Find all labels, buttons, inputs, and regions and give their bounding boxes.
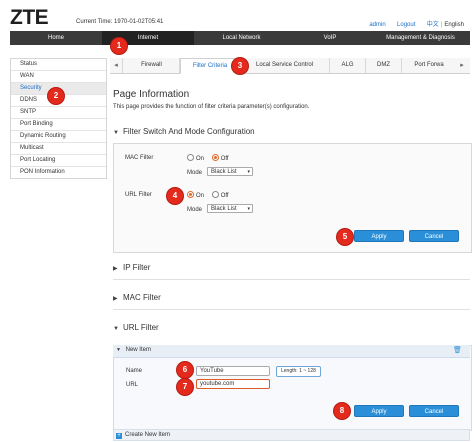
- page-title: Page Information: [113, 89, 190, 100]
- tab-scroll-right-icon[interactable]: ▸: [456, 58, 468, 73]
- mac-filter-radio-group: On Off: [187, 154, 235, 162]
- url-filter-label: URL Filter: [125, 192, 152, 198]
- new-item-title[interactable]: ▼ New Item: [116, 347, 151, 353]
- radio-on-icon: [211, 154, 219, 161]
- plus-icon: +: [116, 433, 122, 439]
- step-marker-1: 1: [111, 38, 127, 54]
- section-title: Filter Switch And Mode Configuration: [123, 127, 255, 136]
- nav-management[interactable]: Management & Diagnosis: [371, 31, 470, 45]
- triangle-down-icon: ▼: [116, 347, 121, 353]
- mac-mode-label: Mode: [187, 170, 203, 176]
- length-tooltip: Length: 1 ~ 128: [276, 366, 321, 377]
- logout-link[interactable]: Logout: [397, 22, 415, 28]
- new-item-header: [113, 345, 470, 358]
- nav-local-network[interactable]: Local Network: [194, 31, 289, 45]
- triangle-right-icon: ▶: [113, 266, 118, 272]
- divider: [113, 309, 470, 310]
- radio-off-icon: [211, 191, 219, 198]
- top-nav: Home Internet Local Network VoIP Managem…: [10, 31, 470, 45]
- section-filter-switch-header[interactable]: ▼ Filter Switch And Mode Configuration: [113, 127, 255, 136]
- off-label: Off: [220, 156, 229, 162]
- tab-dmz[interactable]: DMZ: [366, 58, 402, 73]
- url-mode-select[interactable]: Black List ▾: [207, 204, 253, 213]
- sidebar: Status WAN Security DDNS SNTP Port Bindi…: [10, 58, 107, 179]
- step-marker-7: 7: [177, 379, 193, 395]
- current-time-value: 1970-01-02T05:41: [114, 19, 164, 25]
- step-marker-5: 5: [337, 229, 353, 245]
- sidebar-item-port-locating[interactable]: Port Locating: [11, 155, 106, 167]
- url-label: URL: [126, 382, 139, 388]
- nav-home[interactable]: Home: [10, 31, 102, 45]
- tab-bar: ◂ Firewall Filter Criteria Local Service…: [110, 58, 470, 74]
- sidebar-item-dynamic-routing[interactable]: Dynamic Routing: [11, 131, 106, 143]
- page-description: This page provides the function of filte…: [113, 104, 310, 110]
- tab-alg[interactable]: ALG: [330, 58, 366, 73]
- current-time-label: Current Time:: [76, 19, 113, 25]
- section-url-filter-header[interactable]: ▼ URL Filter: [113, 323, 159, 332]
- section-ip-filter-header[interactable]: ▶ IP Filter: [113, 263, 150, 272]
- section-title: IP Filter: [123, 263, 151, 272]
- chevron-down-icon: ▾: [247, 169, 250, 175]
- divider: [113, 279, 470, 280]
- top-links: admin Logout 中文 | English: [369, 19, 464, 28]
- off-label: Off: [220, 193, 229, 199]
- section-title: MAC Filter: [123, 293, 161, 302]
- tab-filter-criteria[interactable]: Filter Criteria: [180, 58, 240, 74]
- url-mode-label: Mode: [187, 207, 203, 213]
- step-marker-4: 4: [167, 188, 183, 204]
- url-filter-off-option[interactable]: Off: [211, 191, 229, 199]
- sidebar-item-multicast[interactable]: Multicast: [11, 143, 106, 155]
- triangle-down-icon: ▼: [113, 326, 119, 332]
- mac-filter-label: MAC Filter: [125, 155, 154, 161]
- zte-logo: ZTE: [10, 6, 49, 29]
- on-label: On: [196, 193, 205, 199]
- url-input[interactable]: youtube.com: [196, 379, 270, 389]
- tab-local-service-control[interactable]: Local Service Control: [240, 58, 330, 73]
- section-title: URL Filter: [123, 323, 159, 332]
- create-new-label: Create New Item: [125, 432, 171, 438]
- mac-mode-select[interactable]: Black List ▾: [207, 167, 253, 176]
- lang-chinese-link[interactable]: 中文: [427, 22, 439, 28]
- name-label: Name: [126, 368, 143, 374]
- mac-filter-off-option[interactable]: Off: [211, 154, 229, 162]
- triangle-down-icon: ▼: [113, 130, 119, 136]
- url-mode-value: Black List: [211, 206, 237, 212]
- tab-firewall[interactable]: Firewall: [124, 58, 180, 73]
- tab-scroll-left-icon[interactable]: ◂: [110, 58, 123, 73]
- mac-filter-on-option[interactable]: On: [187, 154, 204, 162]
- lang-separator: |: [440, 22, 443, 28]
- switch-apply-button[interactable]: Apply: [354, 230, 404, 242]
- current-time: Current Time: 1970-01-02T05:41: [76, 19, 163, 25]
- step-marker-6: 6: [177, 362, 193, 378]
- mac-mode-value: Black List: [211, 169, 237, 175]
- step-marker-2: 2: [48, 88, 64, 104]
- switch-cancel-button[interactable]: Cancel: [409, 230, 459, 242]
- url-cancel-button[interactable]: Cancel: [409, 405, 459, 417]
- sidebar-item-pon-information[interactable]: PON Information: [11, 167, 106, 178]
- user-link[interactable]: admin: [369, 22, 385, 28]
- nav-voip[interactable]: VoIP: [289, 31, 371, 45]
- radio-on-icon: [187, 191, 194, 198]
- radio-off-icon: [187, 154, 194, 161]
- chevron-down-icon: ▾: [247, 206, 250, 212]
- sidebar-item-wan[interactable]: WAN: [11, 71, 106, 83]
- sidebar-item-port-binding[interactable]: Port Binding: [11, 119, 106, 131]
- new-item-label: New Item: [125, 347, 151, 353]
- tab-port-forwarding[interactable]: Port Forwa: [402, 58, 456, 73]
- url-apply-button[interactable]: Apply: [354, 405, 404, 417]
- create-new-item-button[interactable]: + Create New Item: [116, 432, 170, 439]
- name-input[interactable]: YouTube: [196, 366, 270, 376]
- step-marker-8: 8: [334, 403, 350, 419]
- sidebar-item-sntp[interactable]: SNTP: [11, 107, 106, 119]
- lang-english-link[interactable]: English: [444, 22, 464, 28]
- step-marker-3: 3: [232, 58, 248, 74]
- url-filter-on-option[interactable]: On: [187, 191, 204, 199]
- url-filter-radio-group: On Off: [187, 191, 235, 199]
- triangle-right-icon: ▶: [113, 296, 118, 302]
- section-mac-filter-header[interactable]: ▶ MAC Filter: [113, 293, 161, 302]
- on-label: On: [196, 156, 205, 162]
- trash-icon[interactable]: 🗑: [453, 346, 462, 354]
- sidebar-item-status[interactable]: Status: [11, 59, 106, 71]
